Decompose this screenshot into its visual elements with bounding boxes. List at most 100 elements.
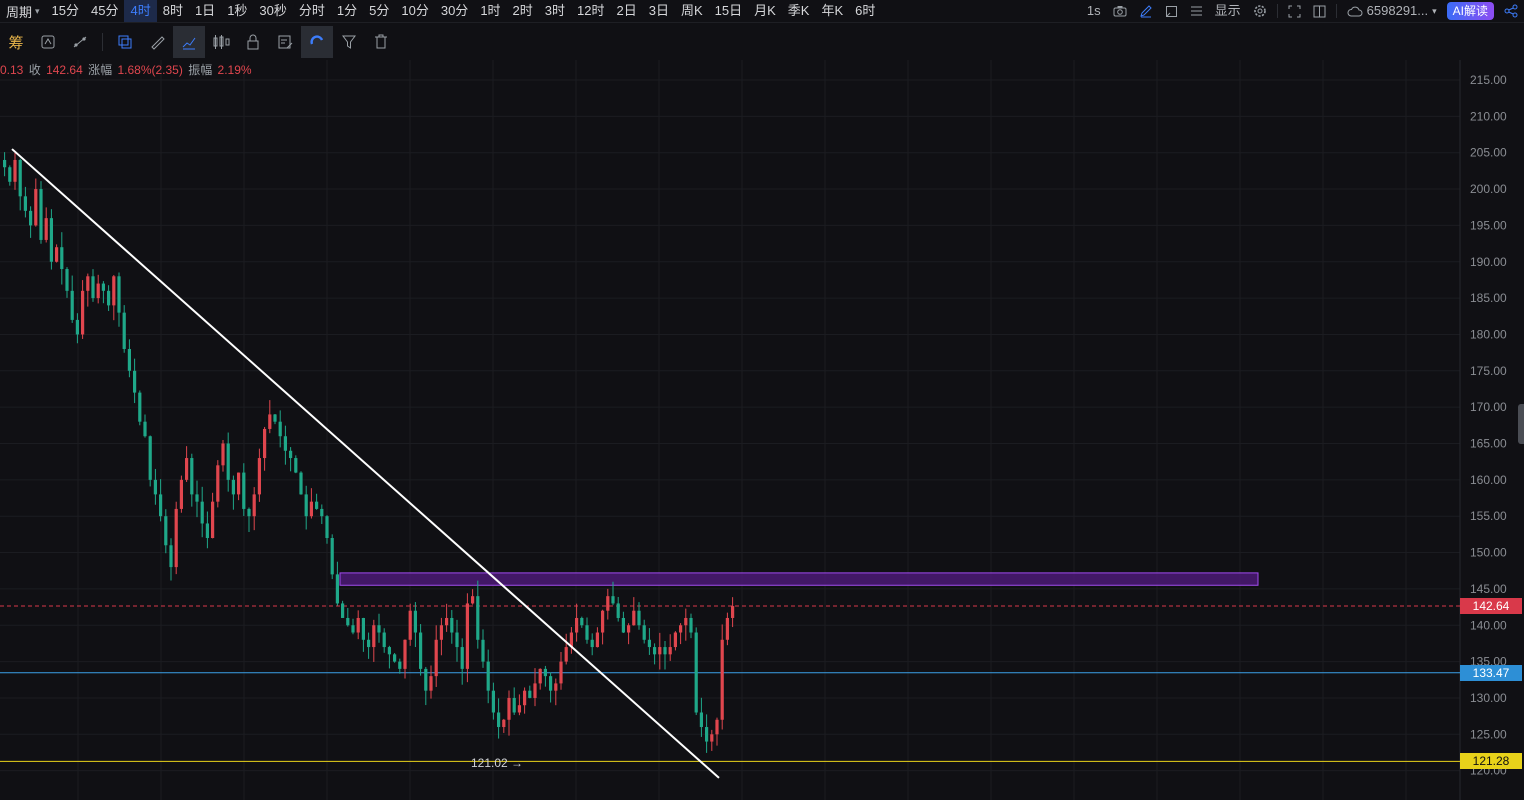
chip-distribution-button[interactable]: 筹: [0, 26, 32, 58]
candle-body: [335, 574, 339, 604]
timeframe-tab[interactable]: 2日: [610, 0, 642, 22]
candle-body: [476, 596, 480, 640]
candle-body: [299, 472, 303, 495]
timeframe-tab[interactable]: 30秒: [253, 0, 292, 22]
candle-body: [304, 494, 308, 517]
price-tick-label: 215.00: [1470, 73, 1507, 87]
candle-body: [689, 617, 693, 633]
timeframe-tab[interactable]: 3时: [539, 0, 571, 22]
candle-body: [731, 606, 735, 618]
price-tick-label: 175.00: [1470, 364, 1507, 378]
pen-icon[interactable]: [1133, 0, 1159, 22]
timeframe-tab[interactable]: 15日: [709, 0, 748, 22]
popout-icon[interactable]: [1159, 0, 1184, 22]
candle-body: [143, 421, 147, 437]
camera-icon[interactable]: [1107, 0, 1133, 22]
list-icon[interactable]: [1184, 0, 1209, 22]
candle-body: [3, 159, 7, 168]
magnet-icon[interactable]: [301, 26, 333, 58]
candle-body: [117, 276, 121, 313]
candle-body: [273, 414, 277, 422]
amplitude-label: 振幅: [188, 63, 213, 77]
timeframe-tab[interactable]: 45分: [85, 0, 124, 22]
trash-icon[interactable]: [365, 26, 397, 58]
candle-body: [268, 414, 272, 429]
timeframe-tab[interactable]: 3日: [643, 0, 675, 22]
filter-icon[interactable]: [333, 26, 365, 58]
candle-body: [627, 625, 631, 633]
candle-body: [320, 508, 324, 517]
draw-mode-icon[interactable]: [173, 26, 205, 58]
lock-icon[interactable]: [237, 26, 269, 58]
candle-body: [393, 654, 397, 662]
candle-body: [34, 189, 38, 226]
candle-body: [637, 610, 641, 626]
candle-body: [465, 603, 469, 669]
timeframe-tab[interactable]: 年K: [815, 0, 849, 22]
timeframe-tab[interactable]: 分时: [293, 0, 331, 22]
cycle-icon[interactable]: [32, 26, 64, 58]
candle-body: [226, 443, 230, 480]
timeframe-tab[interactable]: 30分: [435, 0, 474, 22]
period-selector[interactable]: 周期 ▾: [0, 0, 46, 22]
candle-body: [720, 639, 724, 720]
ruler-icon[interactable]: [141, 26, 173, 58]
timeframe-tab[interactable]: 1时: [474, 0, 506, 22]
fullscreen-icon[interactable]: [1282, 0, 1307, 22]
candle-body: [658, 647, 662, 655]
timeframe-tab[interactable]: 4时: [124, 0, 157, 22]
candle-body: [205, 523, 209, 539]
timeframe-tab[interactable]: 月K: [748, 0, 782, 22]
ai-interpret-button[interactable]: AI解读: [1446, 2, 1494, 20]
candlestick-icon[interactable]: [205, 26, 237, 58]
divider: [1276, 4, 1278, 18]
candle-body: [408, 610, 412, 640]
price-tick-label: 185.00: [1470, 291, 1507, 305]
edit-note-icon[interactable]: [269, 26, 301, 58]
candlestick-chart[interactable]: 121.02 → 215.00 210.00 205.00 200.00 195.00 1…: [0, 60, 1524, 800]
candle-body: [694, 632, 698, 713]
share-icon[interactable]: [1498, 0, 1524, 22]
current-price-tag: 142.64: [1460, 598, 1522, 615]
timeframe-tab[interactable]: 周K: [675, 0, 709, 22]
candle-body: [164, 516, 168, 546]
candle-body: [18, 159, 22, 197]
timeframe-tab[interactable]: 5分: [363, 0, 395, 22]
timeframe-tab[interactable]: 1分: [331, 0, 363, 22]
candle-body: [580, 617, 584, 626]
speed-label[interactable]: 1s: [1081, 0, 1107, 22]
candle-body: [450, 617, 454, 633]
timeframe-tab[interactable]: 季K: [782, 0, 816, 22]
candle-body: [367, 639, 371, 648]
timeframe-tab[interactable]: 6时: [849, 0, 881, 22]
candle-body: [528, 690, 532, 698]
candle-body: [257, 458, 261, 495]
timeframe-tab[interactable]: 12时: [571, 0, 610, 22]
settings-icon[interactable]: [1247, 0, 1273, 22]
candle-body: [23, 196, 27, 211]
candle-body: [325, 516, 329, 539]
timeframe-tab[interactable]: 1秒: [221, 0, 253, 22]
close-label: 收: [28, 63, 41, 77]
timeframe-tab[interactable]: 10分: [395, 0, 434, 22]
timeframe-tab[interactable]: 1日: [189, 0, 221, 22]
timeframe-tab[interactable]: 2时: [507, 0, 539, 22]
timeframe-tab[interactable]: 15分: [46, 0, 85, 22]
line-tool-icon[interactable]: [64, 26, 96, 58]
display-button[interactable]: 显示: [1209, 0, 1247, 22]
timeframe-tab[interactable]: 8时: [157, 0, 189, 22]
candle-body: [559, 661, 563, 684]
candle-body: [39, 189, 43, 240]
trendline[interactable]: [11, 148, 720, 779]
account-selector[interactable]: 6598291... ▾: [1341, 0, 1443, 22]
panel-collapse-handle[interactable]: [1518, 404, 1524, 444]
candle-body: [564, 647, 568, 662]
blue-line-price-tag: 133.47: [1460, 664, 1522, 681]
candle-body: [96, 283, 100, 299]
candle-body: [44, 218, 48, 240]
candle-body: [29, 210, 33, 226]
candle-body: [387, 647, 391, 655]
candle-body: [86, 276, 90, 291]
layout-icon[interactable]: [1307, 0, 1332, 22]
copy-icon[interactable]: [109, 26, 141, 58]
